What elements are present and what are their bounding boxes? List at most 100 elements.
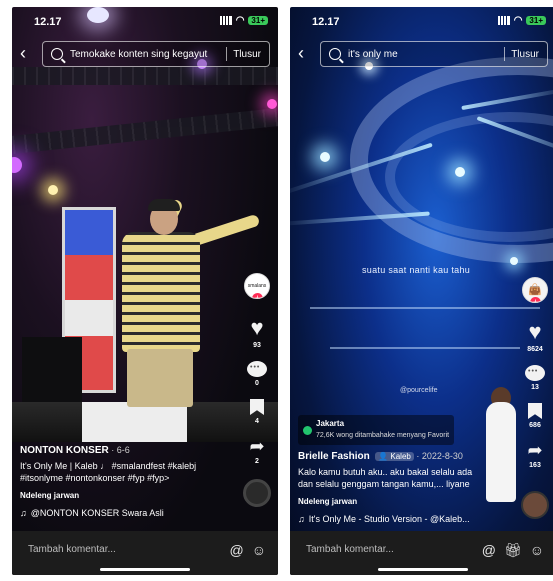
caption-more[interactable]: dan selalu genggam tangan kamu,... liyan… xyxy=(298,478,516,490)
search-box[interactable]: it's only me Tlusur xyxy=(320,41,548,67)
bookmark-icon[interactable] xyxy=(528,403,542,419)
post-info: Jakarta 72,6K wong ditambahake menyang F… xyxy=(298,415,516,525)
search-button[interactable]: Tlusur xyxy=(233,49,261,60)
save-count: 4 xyxy=(255,418,259,425)
share-count: 2 xyxy=(255,458,259,465)
location-name: Jakarta xyxy=(316,419,345,428)
lyric-overlay: suatu saat nanti kau tahu xyxy=(362,265,471,275)
stage-light xyxy=(12,157,22,173)
post-info: NONTON KONSER · 6-6 It's Only Me | Kaleb… xyxy=(20,444,238,519)
home-indicator xyxy=(100,568,190,571)
location-pin-icon xyxy=(303,425,312,435)
performer xyxy=(122,232,200,352)
search-box[interactable]: Temokake konten sing kegayut Tlusur xyxy=(42,41,270,67)
action-rail: 👜 + ♥ 8624 13 686 ➦ 163 xyxy=(522,277,548,469)
stage-screen-line xyxy=(330,347,520,349)
follow-plus-icon[interactable]: + xyxy=(252,293,263,298)
like-count: 8624 xyxy=(527,346,543,353)
clock: 12.17 xyxy=(312,16,340,28)
search-icon xyxy=(51,48,63,60)
location-favorites: 72,6K wong ditambahake menyang Favorit xyxy=(316,432,450,439)
share-icon[interactable]: ➦ xyxy=(527,441,542,459)
music-disc-icon[interactable] xyxy=(243,479,271,507)
comment-input[interactable]: Tambah komentar... xyxy=(28,544,116,555)
search-row: ‹ it's only me Tlusur xyxy=(290,41,553,67)
avatar-text: smalans xyxy=(247,283,267,289)
performer-legs xyxy=(127,349,193,407)
follow-plus-icon[interactable]: + xyxy=(530,297,541,302)
author-avatar[interactable]: 👜 + xyxy=(522,277,548,303)
comment-icon[interactable] xyxy=(525,365,545,381)
stage-light xyxy=(455,167,465,177)
person-icon: 👤 xyxy=(378,452,391,461)
video-panel-left[interactable]: 12.17 ◠ 31+ ‹ Temokake konten sing kegay… xyxy=(12,7,278,575)
signal-icon xyxy=(219,16,232,25)
stage-light xyxy=(48,185,58,195)
stage-monitor xyxy=(82,402,187,442)
music-title: It's Only Me - Studio Version - @Kaleb..… xyxy=(308,514,470,524)
clock: 12.17 xyxy=(34,16,62,28)
comment-count: 13 xyxy=(531,384,539,391)
action-rail: smalans + ♥ 93 0 4 ➦ 2 xyxy=(243,273,271,507)
music-info[interactable]: ♫ @NONTON KONSER Swara Asli xyxy=(20,507,238,519)
author-name[interactable]: NONTON KONSER xyxy=(20,445,109,456)
battery-icon: 31+ xyxy=(248,16,268,25)
music-info[interactable]: ♫ It's Only Me - Studio Version - @Kaleb… xyxy=(298,513,516,525)
music-note-icon: ♫ xyxy=(20,508,27,518)
gift-icon[interactable]: 🎁︎ xyxy=(504,542,522,559)
share-icon[interactable]: ➦ xyxy=(249,437,264,455)
author-avatar[interactable]: smalans + xyxy=(244,273,270,299)
caption: It's Only Me | Kaleb ♩ #smalandfest #kal… xyxy=(20,461,197,471)
back-icon[interactable]: ‹ xyxy=(298,44,304,62)
emoji-icon[interactable]: ☺ xyxy=(252,542,266,558)
search-icon xyxy=(329,48,341,60)
location-pill[interactable]: Jakarta 72,6K wong ditambahake menyang F… xyxy=(298,415,455,445)
stage-light xyxy=(267,99,277,109)
comment-icon[interactable] xyxy=(247,361,267,377)
stage-truss xyxy=(12,108,278,154)
divider xyxy=(226,47,228,61)
performer-cap xyxy=(148,199,180,211)
view-translation-link[interactable]: Ndeleng jarwan xyxy=(20,490,238,502)
watermark: @pourcelife xyxy=(400,387,438,394)
at-icon[interactable]: @ xyxy=(482,542,496,559)
stage-light xyxy=(320,152,330,162)
music-note-icon: ♫ xyxy=(298,514,305,524)
emoji-icon[interactable]: ☺ xyxy=(530,542,544,559)
stage-screen-line xyxy=(310,307,540,309)
share-count: 163 xyxy=(529,462,541,469)
home-indicator xyxy=(378,568,468,571)
search-query[interactable]: Temokake konten sing kegayut xyxy=(70,49,220,60)
like-icon[interactable]: ♥ xyxy=(528,321,541,343)
video-panel-right[interactable]: suatu saat nanti kau tahu @pourcelife 12… xyxy=(290,7,553,575)
stage-truss xyxy=(12,67,278,85)
at-icon[interactable]: @ xyxy=(229,542,243,558)
view-translation-link[interactable]: Ndeleng jarwan xyxy=(298,496,516,508)
tagged-user[interactable]: 👤 Kaleb xyxy=(375,452,414,461)
post-date: · 6-6 xyxy=(111,445,130,455)
comment-count: 0 xyxy=(255,380,259,387)
music-disc-icon[interactable] xyxy=(521,491,549,519)
caption-hashtags[interactable]: #itsonlyme #nontonkonser #fyp #fyp> xyxy=(20,472,238,484)
search-row: ‹ Temokake konten sing kegayut Tlusur xyxy=(12,41,278,67)
comment-input[interactable]: Tambah komentar... xyxy=(306,544,394,555)
comment-bar: Tambah komentar... @ 🎁︎ ☺ xyxy=(290,531,553,575)
wifi-icon: ◠ xyxy=(513,15,523,26)
bookmark-icon[interactable] xyxy=(250,399,264,415)
caption: Kalo kamu butuh aku.. aku bakal selalu a… xyxy=(298,467,473,477)
like-icon[interactable]: ♥ xyxy=(250,317,263,339)
status-bar: 12.17 ◠ 31+ xyxy=(290,7,553,35)
music-title: @NONTON KONSER Swara Asli xyxy=(30,508,164,518)
search-button[interactable]: Tlusur xyxy=(511,49,539,60)
tagged-user-name: Kaleb xyxy=(390,452,411,461)
back-icon[interactable]: ‹ xyxy=(20,44,26,62)
signal-icon xyxy=(497,16,510,25)
status-bar: 12.17 ◠ 31+ xyxy=(12,7,278,35)
divider xyxy=(504,47,506,61)
search-query[interactable]: it's only me xyxy=(348,49,498,60)
wifi-icon: ◠ xyxy=(235,15,245,26)
author-name[interactable]: Brielle Fashion xyxy=(298,451,370,462)
post-date: · 2022-8-30 xyxy=(416,451,463,461)
comment-bar: Tambah komentar... @ ☺ xyxy=(12,531,278,575)
performer-arm xyxy=(190,213,261,247)
